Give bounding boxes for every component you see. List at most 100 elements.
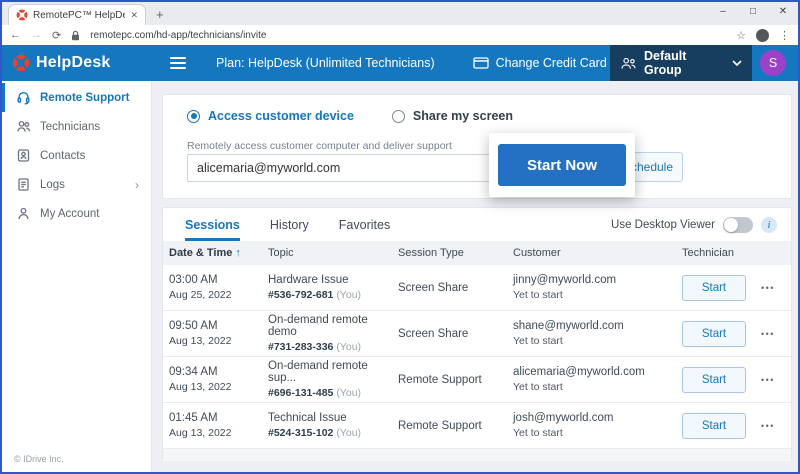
cell-session-type: Remote Support xyxy=(398,374,513,386)
tab-history[interactable]: History xyxy=(270,208,309,241)
refresh-icon[interactable]: ⟳ xyxy=(52,29,61,42)
sidebar-item-technicians[interactable]: Technicians xyxy=(2,112,151,141)
back-icon[interactable]: ← xyxy=(10,29,21,41)
tab-title: RemotePC™ HelpDesk - Remote xyxy=(33,10,125,21)
cell-datetime: 09:50 AM Aug 13, 2022 xyxy=(169,320,268,347)
person-icon xyxy=(16,206,31,221)
column-date-time[interactable]: Date & Time↑ xyxy=(169,247,268,259)
start-session-button[interactable]: Start xyxy=(682,275,746,301)
new-tab-button[interactable]: + xyxy=(156,7,164,22)
table-row: 09:50 AM Aug 13, 2022 On-demand remote d… xyxy=(163,311,791,357)
radio-access-customer-device[interactable]: Access customer device xyxy=(187,109,354,123)
cell-customer: shane@myworld.com Yet to start xyxy=(513,320,682,347)
row-menu-icon[interactable]: ••• xyxy=(761,375,775,385)
main-content: Access customer device Share my screen R… xyxy=(152,81,798,472)
change-credit-card-button[interactable]: Change Credit Card xyxy=(473,56,607,70)
browser-tab[interactable]: RemotePC™ HelpDesk - Remote ✕ xyxy=(8,4,146,25)
sidebar: Remote Support Technicians Contacts xyxy=(2,81,152,472)
helpdesk-logo[interactable]: HelpDesk xyxy=(2,54,152,72)
window-controls: – □ ✕ xyxy=(708,2,798,24)
sort-asc-icon: ↑ xyxy=(235,247,241,259)
group-selector[interactable]: Default Group xyxy=(610,45,752,81)
hamburger-menu-icon[interactable] xyxy=(170,57,186,69)
cell-session-type: Remote Support xyxy=(398,420,513,432)
close-icon[interactable]: ✕ xyxy=(768,2,798,24)
sessions-tabs: Sessions History Favorites Use Desktop V… xyxy=(163,208,791,241)
maximize-icon[interactable]: □ xyxy=(738,2,768,24)
desktop-viewer-toggle[interactable] xyxy=(723,217,753,233)
session-form-card: Access customer device Share my screen R… xyxy=(162,94,792,199)
desktop-viewer-control: Use Desktop Viewer i xyxy=(611,217,777,233)
radio-selected-icon xyxy=(187,110,200,123)
chevron-right-icon: › xyxy=(135,178,139,192)
sidebar-item-remote-support[interactable]: Remote Support xyxy=(2,83,151,112)
tab-favorites[interactable]: Favorites xyxy=(339,208,390,241)
browser-profile-avatar[interactable] xyxy=(756,29,769,42)
start-session-button[interactable]: Start xyxy=(682,367,746,393)
forward-icon: → xyxy=(31,29,42,41)
sessions-card: Sessions History Favorites Use Desktop V… xyxy=(162,207,792,460)
cell-datetime: 03:00 AM Aug 25, 2022 xyxy=(169,274,268,301)
cell-customer: jinny@myworld.com Yet to start xyxy=(513,274,682,301)
cell-customer: alicemaria@myworld.com Yet to start xyxy=(513,366,682,393)
table-row: 01:45 AM Aug 13, 2022 Technical Issue #5… xyxy=(163,403,791,449)
row-menu-icon[interactable]: ••• xyxy=(761,329,775,339)
chevron-down-icon xyxy=(732,60,742,66)
cell-datetime: 01:45 AM Aug 13, 2022 xyxy=(169,412,268,439)
cell-datetime: 09:34 AM Aug 13, 2022 xyxy=(169,366,268,393)
lifebuoy-icon xyxy=(12,54,30,72)
headset-icon xyxy=(16,90,31,105)
sidebar-item-label: Remote Support xyxy=(40,92,129,104)
group-icon xyxy=(620,57,637,70)
remotepc-favicon-icon xyxy=(16,9,28,21)
tab-sessions[interactable]: Sessions xyxy=(185,208,240,241)
technicians-icon xyxy=(16,119,31,134)
radio-share-label: Share my screen xyxy=(413,109,513,123)
radio-unselected-icon xyxy=(392,110,405,123)
sidebar-item-my-account[interactable]: My Account xyxy=(2,199,151,228)
start-now-button[interactable]: Start Now xyxy=(498,144,626,186)
row-menu-icon[interactable]: ••• xyxy=(761,421,775,431)
sidebar-item-contacts[interactable]: Contacts xyxy=(2,141,151,170)
copyright-text: © IDrive Inc. xyxy=(14,454,64,464)
url-text[interactable]: remotepc.com/hd-app/technicians/invite xyxy=(90,30,726,41)
app-header: HelpDesk Plan: HelpDesk (Unlimited Techn… xyxy=(2,45,798,81)
form-helper-text: Remotely access customer computer and de… xyxy=(187,140,452,152)
tab-close-icon[interactable]: ✕ xyxy=(130,10,138,21)
cell-topic: Hardware Issue #536-792-681 (You) xyxy=(268,274,398,301)
column-customer[interactable]: Customer xyxy=(513,247,682,259)
bookmark-star-icon[interactable]: ☆ xyxy=(736,29,746,42)
sidebar-item-logs[interactable]: Logs › xyxy=(2,170,151,199)
plan-label: Plan: HelpDesk (Unlimited Technicians) xyxy=(216,56,435,70)
start-session-button[interactable]: Start xyxy=(682,321,746,347)
minimize-icon[interactable]: – xyxy=(708,2,738,24)
contacts-icon xyxy=(16,148,31,163)
logs-icon xyxy=(16,177,31,192)
sidebar-item-label: Contacts xyxy=(40,150,85,162)
user-avatar[interactable]: S xyxy=(760,50,786,76)
cell-session-type: Screen Share xyxy=(398,328,513,340)
lock-icon xyxy=(71,30,80,41)
column-topic[interactable]: Topic xyxy=(268,247,398,259)
browser-menu-icon[interactable]: ⋮ xyxy=(779,29,790,42)
browser-tab-strip: RemotePC™ HelpDesk - Remote ✕ + – □ ✕ xyxy=(2,2,798,25)
brand-name: HelpDesk xyxy=(36,54,111,72)
table-footer-strip xyxy=(163,449,791,461)
sidebar-item-label: Technicians xyxy=(40,121,100,133)
cell-session-type: Screen Share xyxy=(398,282,513,294)
browser-url-bar: ← → ⟳ remotepc.com/hd-app/technicians/in… xyxy=(2,25,798,45)
sidebar-item-label: Logs xyxy=(40,179,65,191)
table-row: 03:00 AM Aug 25, 2022 Hardware Issue #53… xyxy=(163,265,791,311)
cell-topic: Technical Issue #524-315-102 (You) xyxy=(268,412,398,439)
cell-topic: On-demand remote sup... #696-131-485 (Yo… xyxy=(268,360,398,399)
info-icon[interactable]: i xyxy=(761,217,777,233)
session-mode-radios: Access customer device Share my screen xyxy=(187,109,513,123)
start-session-button[interactable]: Start xyxy=(682,413,746,439)
row-menu-icon[interactable]: ••• xyxy=(761,283,775,293)
cell-topic: On-demand remote demo #731-283-336 (You) xyxy=(268,314,398,353)
column-session-type[interactable]: Session Type xyxy=(398,247,513,259)
column-technician[interactable]: Technician xyxy=(682,247,761,259)
radio-share-my-screen[interactable]: Share my screen xyxy=(392,109,513,123)
credit-card-icon xyxy=(473,57,489,69)
group-label: Default Group xyxy=(644,49,725,77)
